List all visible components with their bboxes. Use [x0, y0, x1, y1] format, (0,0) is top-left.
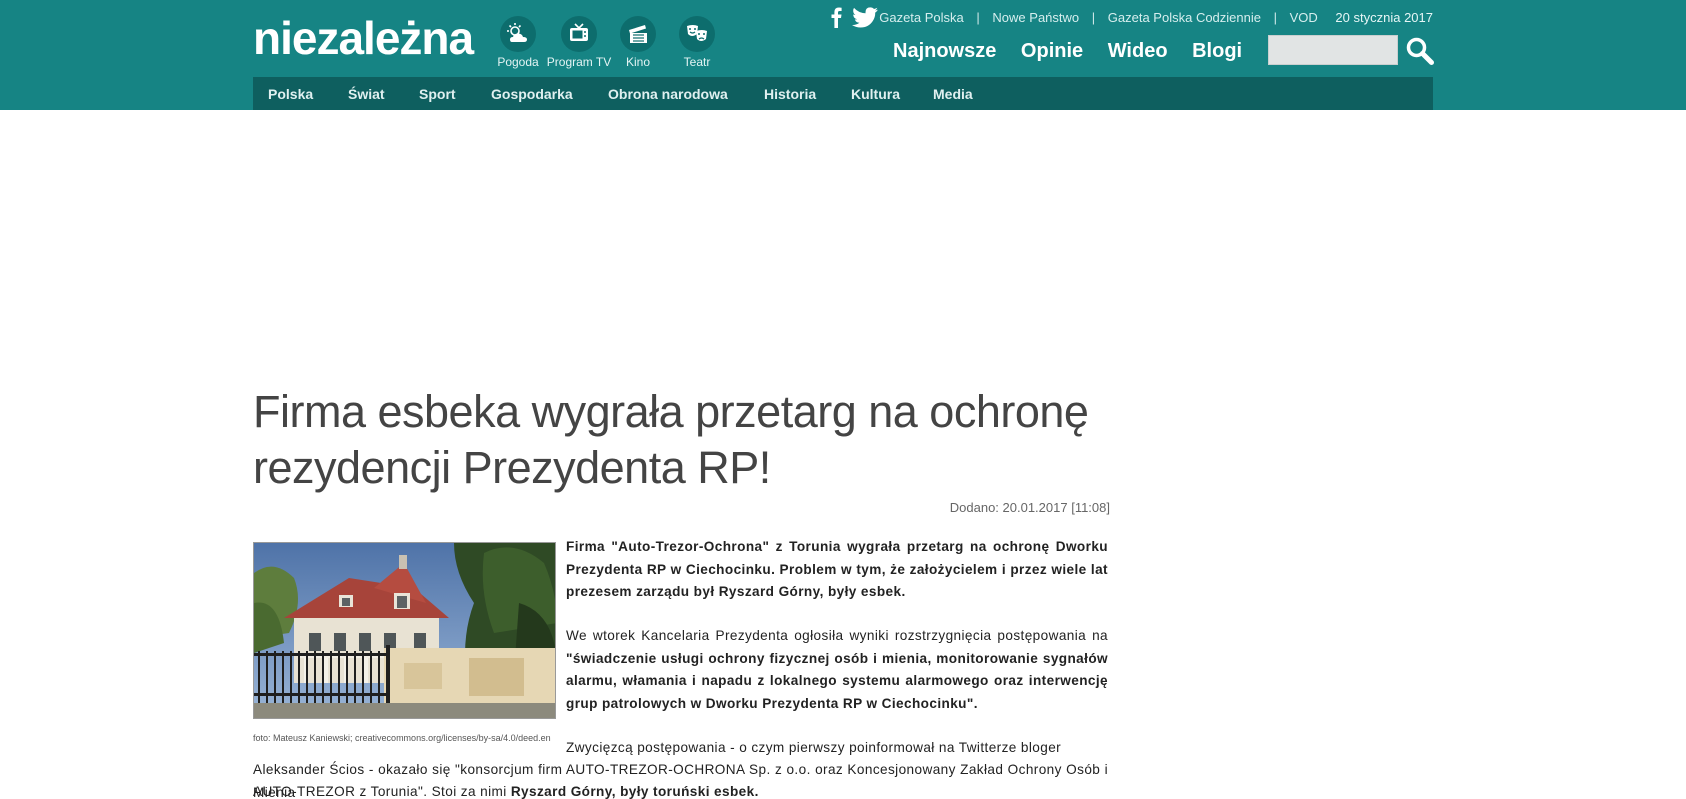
paragraph-text: AUTO-TREZOR z Torunia". Stoi za nimi — [253, 784, 511, 799]
current-date: 20 stycznia 2017 — [1335, 10, 1433, 25]
service-pogoda[interactable]: Pogoda — [483, 16, 553, 69]
separator: | — [1091, 10, 1096, 25]
search-input[interactable] — [1268, 35, 1398, 65]
facebook-icon[interactable] — [829, 6, 843, 33]
article-date: Dodano: 20.01.2017 [11:08] — [949, 500, 1110, 515]
nav-najnowsze[interactable]: Najnowsze — [893, 40, 996, 63]
nav-wideo[interactable]: Wideo — [1108, 40, 1168, 63]
category-swiat[interactable]: Świat — [348, 86, 385, 102]
category-sport[interactable]: Sport — [419, 86, 456, 102]
nav-blogi[interactable]: Blogi — [1192, 40, 1242, 63]
top-link-nowe-panstwo[interactable]: Nowe Państwo — [992, 10, 1079, 25]
top-link-gazeta-polska-codziennie[interactable]: Gazeta Polska Codziennie — [1108, 10, 1261, 25]
photo-caption: foto: Mateusz Kaniewski; creativecommons… — [253, 733, 551, 743]
service-label: Pogoda — [497, 55, 539, 69]
main-nav: Najnowsze Opinie Wideo Blogi — [893, 40, 1261, 63]
nav-opinie[interactable]: Opinie — [1021, 40, 1083, 63]
category-historia[interactable]: Historia — [764, 86, 816, 102]
paragraph-highlight: Ryszard Górny, były toruński esbek. — [510, 784, 759, 799]
clapperboard-icon — [620, 16, 656, 52]
weather-icon — [500, 16, 536, 52]
category-gospodarka[interactable]: Gospodarka — [491, 86, 573, 102]
paragraph-text: We wtorek Kancelaria Prezydenta ogłosiła… — [566, 628, 1108, 643]
top-link-vod[interactable]: VOD — [1290, 10, 1318, 25]
service-label: Teatr — [683, 55, 711, 69]
tv-icon — [561, 16, 597, 52]
manor-house-illustration — [254, 543, 555, 718]
article-photo[interactable] — [253, 542, 556, 719]
twitter-icon[interactable] — [851, 7, 879, 34]
category-nav: Polska Świat Sport Gospodarka Obrona nar… — [253, 77, 1433, 110]
category-kultura[interactable]: Kultura — [851, 86, 900, 102]
article-title: Firma esbeka wygrała przetarg na ochronę… — [253, 386, 1089, 493]
site-header: niezależna Pogoda Program TV Kino Teatr … — [0, 0, 1686, 110]
service-teatr[interactable]: Teatr — [662, 16, 732, 69]
search-icon[interactable] — [1405, 36, 1435, 66]
article-paragraph: Zwycięzcą postępowania - o czym pierwszy… — [566, 740, 1062, 755]
article-paragraph: We wtorek Kancelaria Prezydenta ogłosiła… — [566, 625, 1108, 715]
header-wrap: niezależna Pogoda Program TV Kino Teatr … — [253, 0, 1435, 110]
category-media[interactable]: Media — [933, 86, 973, 102]
category-obrona-narodowa[interactable]: Obrona narodowa — [608, 86, 728, 102]
separator: | — [976, 10, 980, 25]
site-logo[interactable]: niezależna — [253, 10, 474, 66]
paragraph-quote: "świadczenie usługi ochrony fizycznej os… — [566, 650, 1108, 711]
separator: | — [1273, 10, 1277, 25]
article-lead: Firma "Auto-Trezor-Ochrona" z Torunia wy… — [566, 539, 1108, 599]
top-link-gazeta-polska[interactable]: Gazeta Polska — [879, 10, 964, 25]
theater-masks-icon — [679, 16, 715, 52]
top-links: Gazeta Polska | Nowe Państwo | Gazeta Po… — [879, 10, 1433, 25]
category-polska[interactable]: Polska — [268, 86, 313, 102]
article-paragraph: AUTO-TREZOR z Torunia". Stoi za nimi Rys… — [253, 781, 1108, 799]
